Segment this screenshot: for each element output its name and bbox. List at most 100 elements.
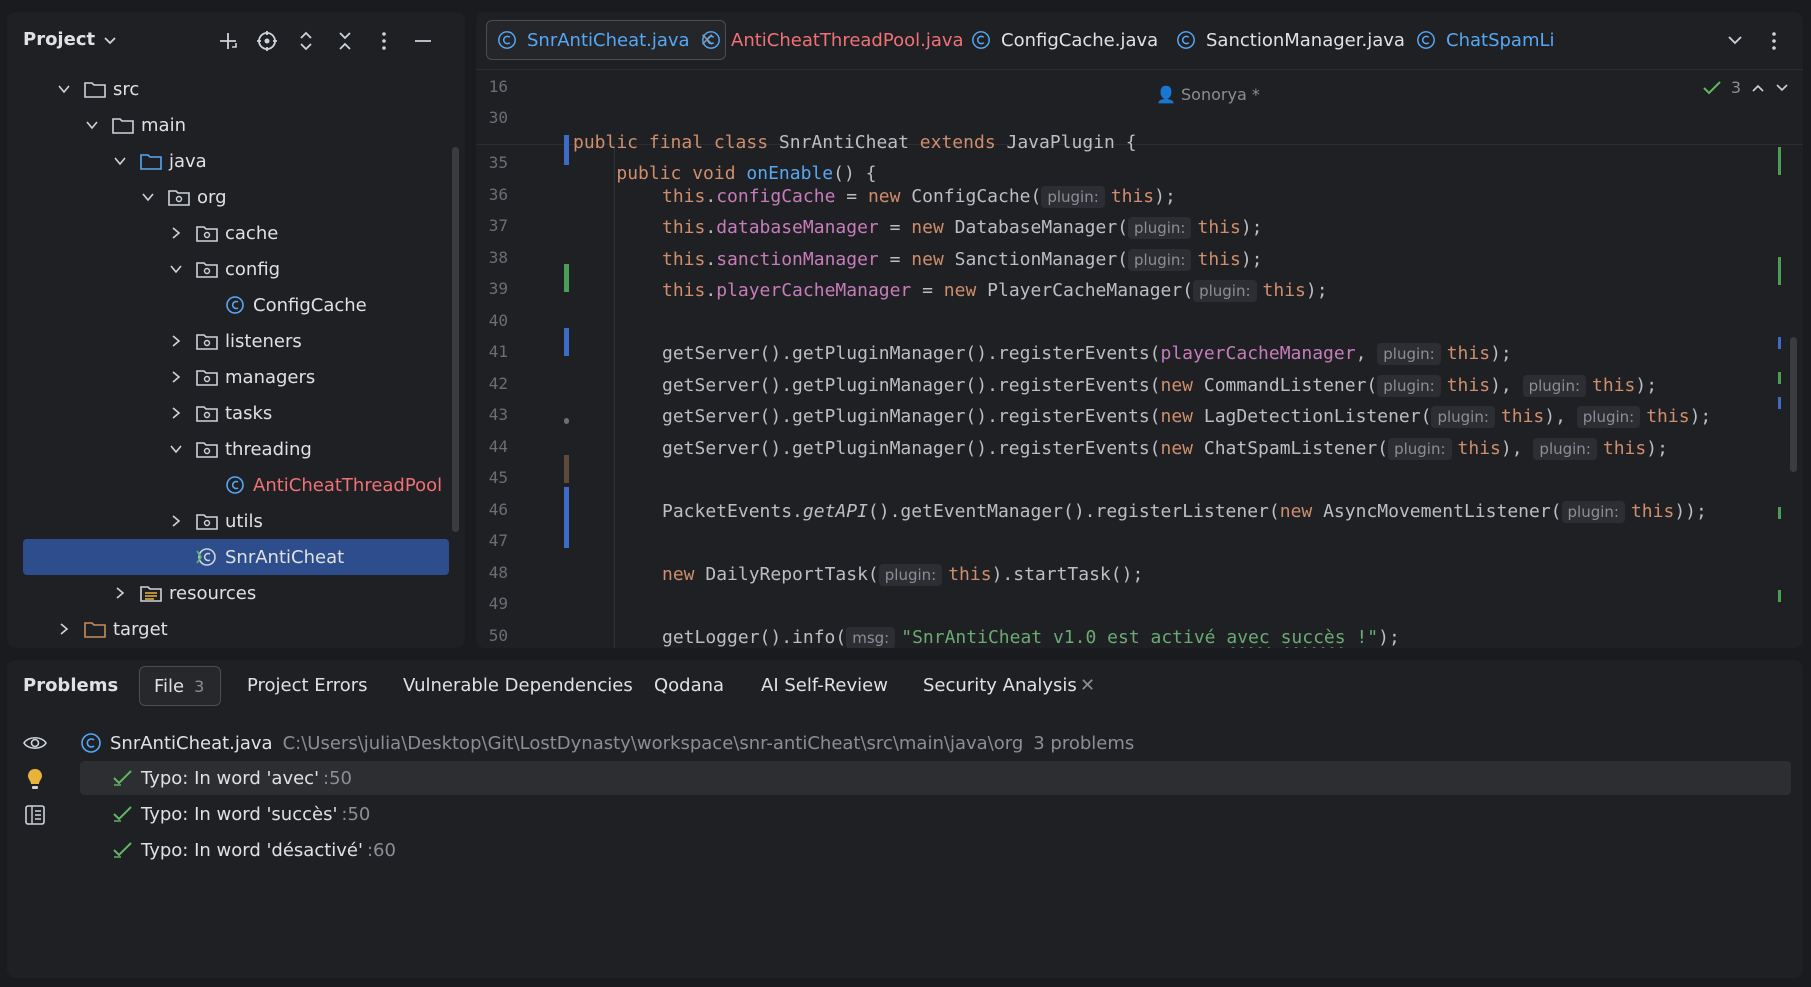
tab-vulnerable-dependencies[interactable]: Vulnerable Dependencies xyxy=(403,675,633,696)
tree-item-src[interactable]: src xyxy=(7,71,465,107)
tree-item-cache[interactable]: cache xyxy=(7,215,465,251)
tab-file[interactable]: File 3 xyxy=(139,666,221,706)
parameter-hint: plugin: xyxy=(1522,374,1587,397)
tab-security-analysis[interactable]: Security Analysis xyxy=(923,675,1077,696)
collapse-all-icon[interactable] xyxy=(334,30,356,52)
code-line[interactable]: this.playerCacheManager = new PlayerCach… xyxy=(662,277,1328,305)
problem-item[interactable]: Typo: In word 'succès':50 xyxy=(80,797,580,831)
line-number: 47 xyxy=(488,531,508,550)
vcs-modified-marker[interactable] xyxy=(564,328,569,356)
project-scrollbar[interactable] xyxy=(452,147,459,532)
vcs-modified-marker[interactable] xyxy=(564,487,569,548)
chevron-down-icon[interactable] xyxy=(85,118,99,132)
tree-item-tasks[interactable]: tasks xyxy=(7,395,465,431)
tree-item-utils[interactable]: utils xyxy=(7,503,465,539)
project-title[interactable]: Project xyxy=(23,29,95,50)
preview-panel-icon[interactable] xyxy=(23,803,47,827)
vcs-marker[interactable] xyxy=(564,455,569,483)
tree-item-label: ConfigCache xyxy=(253,294,367,316)
tree-item-listeners[interactable]: listeners xyxy=(7,323,465,359)
parameter-hint: msg: xyxy=(846,626,896,648)
problem-text: Typo: In word 'succès' xyxy=(141,803,338,825)
problems-title: Problems xyxy=(23,675,119,696)
code-line[interactable]: this.sanctionManager = new SanctionManag… xyxy=(662,246,1263,274)
parameter-hint: plugin: xyxy=(1388,437,1452,460)
vcs-added-marker[interactable] xyxy=(564,264,569,292)
chevron-right-icon[interactable] xyxy=(169,514,183,528)
chevron-down-icon[interactable] xyxy=(141,190,155,204)
tree-item-org[interactable]: org xyxy=(7,179,465,215)
eye-icon[interactable] xyxy=(23,731,47,755)
editor-window: SnrAntiCheat.java ✕ AntiCheatThreadPool.ja… xyxy=(476,12,1803,648)
problem-item[interactable]: Typo: In word 'avec':50 xyxy=(80,761,1791,795)
chevron-down-icon[interactable] xyxy=(57,82,71,96)
close-icon[interactable]: ✕ xyxy=(1080,675,1095,696)
tree-item-main[interactable]: main xyxy=(7,107,465,143)
chevron-up-icon[interactable] xyxy=(1751,83,1765,93)
hide-icon[interactable] xyxy=(412,30,434,52)
code-line[interactable]: getLogger().info(msg: "SnrAntiCheat v1.0 … xyxy=(662,624,1400,648)
chevron-down-icon[interactable] xyxy=(169,442,183,456)
add-icon[interactable] xyxy=(217,30,239,52)
chevron-right-icon[interactable] xyxy=(169,334,183,348)
lightbulb-icon[interactable] xyxy=(23,767,47,791)
code-line[interactable]: PacketEvents.getAPI().getEventManager().… xyxy=(662,498,1707,526)
sticky-line[interactable]: 30 public void onEnable() { xyxy=(476,104,1803,184)
tab-project-errors[interactable]: Project Errors xyxy=(247,675,368,696)
chevron-right-icon[interactable] xyxy=(113,586,127,600)
tabs-dropdown-icon[interactable] xyxy=(1727,34,1743,46)
chevron-down-icon[interactable] xyxy=(113,154,127,168)
problems-file-row[interactable]: SnrAntiCheat.java C:\Users\julia\Desktop… xyxy=(80,726,1134,760)
expand-all-icon[interactable] xyxy=(295,30,317,52)
tree-item-config[interactable]: config xyxy=(7,251,465,287)
more-options-icon[interactable] xyxy=(373,30,395,52)
more-options-icon[interactable] xyxy=(1770,30,1778,52)
chevron-down-icon[interactable] xyxy=(103,36,117,46)
tree-item-anticheatthreadpool[interactable]: AntiCheatThreadPool xyxy=(7,467,465,503)
code-line[interactable]: new DailyReportTask(plugin: this).startTa… xyxy=(662,561,1143,589)
scroll-mark xyxy=(1778,257,1781,285)
chevron-right-icon[interactable] xyxy=(57,622,71,636)
editor-tab-anticheatthreadpool-java[interactable]: AntiCheatThreadPool.java xyxy=(701,20,964,60)
tree-item-managers[interactable]: managers xyxy=(7,359,465,395)
tree-item-threading[interactable]: threading xyxy=(7,431,465,467)
tree-item-label: threading xyxy=(225,438,312,460)
code-line[interactable]: getServer().getPluginManager().registerE… xyxy=(662,372,1657,400)
editor-tab-configcache-java[interactable]: ConfigCache.java xyxy=(971,20,1158,60)
sticky-line[interactable]: 16 public final class SnrAntiCheat exten… xyxy=(476,73,1803,153)
code-line[interactable]: getServer().getPluginManager().registerE… xyxy=(662,340,1512,368)
editor-tab-chatspamli[interactable]: ChatSpamLi xyxy=(1416,20,1555,60)
locate-icon[interactable] xyxy=(256,30,278,52)
tree-item-label: managers xyxy=(225,366,316,388)
chevron-down-icon[interactable] xyxy=(169,262,183,276)
chevron-right-icon[interactable] xyxy=(169,370,183,384)
folder-icon xyxy=(84,82,106,98)
tab-qodana[interactable]: Qodana xyxy=(654,675,724,696)
scroll-mark xyxy=(1778,372,1781,384)
inspection-widget[interactable]: 3 xyxy=(1703,78,1789,97)
code-line[interactable]: this.configCache = new ConfigCache(plugi… xyxy=(662,183,1176,211)
vcs-deleted-marker[interactable] xyxy=(564,418,569,424)
package-icon xyxy=(196,442,218,458)
editor-scrollbar[interactable] xyxy=(1790,337,1797,472)
code-line[interactable]: this.databaseManager = new DatabaseManag… xyxy=(662,214,1263,242)
vcs-modified-marker[interactable] xyxy=(564,135,569,165)
tab-ai-self-review[interactable]: AI Self-Review xyxy=(761,675,888,696)
tree-item-java[interactable]: java xyxy=(7,143,465,179)
editor-tab-sanctionmanager-java[interactable]: SanctionManager.java xyxy=(1176,20,1405,60)
code-line[interactable]: getServer().getPluginManager().registerE… xyxy=(662,435,1668,463)
tree-item-label: utils xyxy=(225,510,263,532)
tree-item-resources[interactable]: resources xyxy=(7,575,465,611)
java-class-icon xyxy=(702,31,720,49)
parameter-hint: plugin: xyxy=(1533,437,1597,460)
tree-item-configcache[interactable]: ConfigCache xyxy=(7,287,465,323)
tree-item-snranticheat[interactable]: SnrAntiCheat xyxy=(23,539,449,575)
code-line[interactable]: getServer().getPluginManager().registerE… xyxy=(662,403,1711,431)
editor-tab-snranticheat-java[interactable]: SnrAntiCheat.java ✕ xyxy=(486,20,726,60)
chevron-right-icon[interactable] xyxy=(169,226,183,240)
chevron-right-icon[interactable] xyxy=(169,406,183,420)
parameter-hint: plugin: xyxy=(878,563,943,586)
chevron-down-icon[interactable] xyxy=(1775,83,1789,93)
tree-item-target[interactable]: target xyxy=(7,611,465,647)
problem-item[interactable]: Typo: In word 'désactivé':60 xyxy=(80,833,580,867)
